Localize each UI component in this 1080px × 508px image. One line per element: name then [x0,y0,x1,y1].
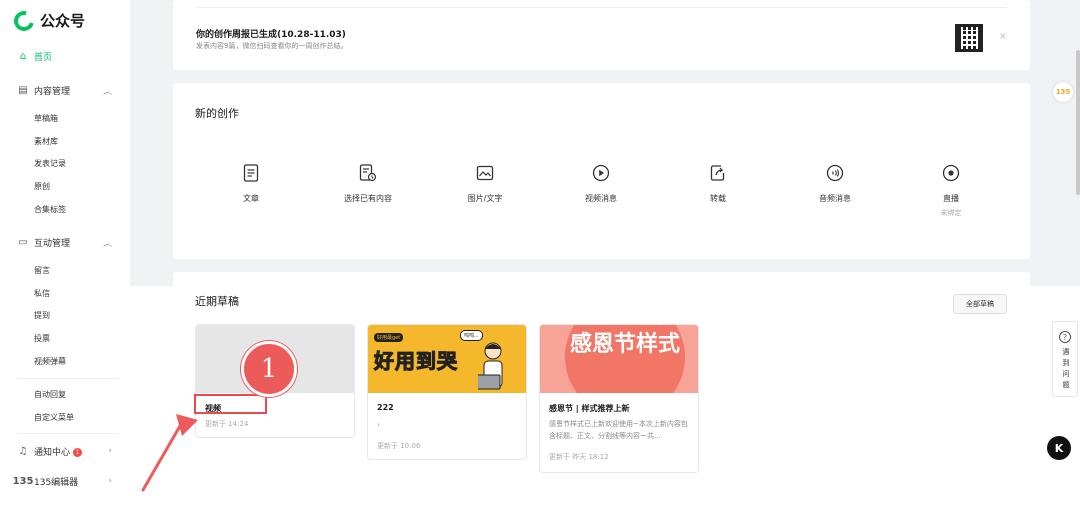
sidebar-item-home[interactable]: ⌂ 首页 [0,45,130,67]
create-live-button[interactable]: 直播 未绑定 [911,163,991,218]
person-illustration-icon [478,342,503,390]
create-item-sublabel: 未绑定 [940,209,962,217]
sidebar-item-materials[interactable]: 素材库 [34,135,58,149]
k-float-icon[interactable]: K [1047,436,1071,460]
create-item-label: 选择已有内容 [344,194,392,203]
chat-bubble-icon: ▭ [18,236,28,248]
weekly-report-title: 你的创作周报已生成(10.28-11.03) [196,30,346,40]
135-editor-icon: 135 [12,475,34,487]
sidebar-item-comments[interactable]: 留言 [34,264,50,278]
section-title: 近期草稿 [195,295,239,308]
logo[interactable]: 公众号 [10,6,86,35]
weekly-report-subtitle: 发表内容9篇，微信扫码查看你的一周创作总结。 [196,42,348,50]
draft-thumbnail: 好用最get 呜呜... 好用到哭 [368,325,526,393]
create-item-label: 音频消息 [819,194,851,203]
create-video-button[interactable]: 视频消息 [561,163,641,204]
qr-code-icon [955,24,983,52]
thumbnail-tag: 好用最get [374,333,404,342]
section-title: 新的创作 [195,107,239,120]
draft-description: 感恩节样式已上新欢迎使用~本次上新内容包含标题、正文、分割线等内容一共... [549,420,688,440]
close-icon[interactable]: × [999,32,1007,42]
create-item-label: 图片/文字 [467,194,503,203]
weekly-report-card: 你的创作周报已生成(10.28-11.03) 发表内容9篇，微信扫码查看你的一周… [173,0,1030,70]
create-item-label: 转载 [710,194,726,203]
wechat-mp-logo-icon [10,6,38,35]
thumbnail-title: 感恩节样式 [570,332,681,357]
sidebar: 公众号 ⌂ 首页 ▤ 内容管理 ︿ 草稿箱 素材库 发表记录 原创 合集标签 ▭… [0,0,130,508]
sidebar-item-collection-tags[interactable]: 合集标签 [34,203,66,217]
help-button[interactable]: ? 遇到问题 [1052,321,1078,397]
select-content-icon [358,163,378,183]
sidebar-item-content-mgmt[interactable]: ▤ 内容管理 ︿ [0,79,130,101]
sidebar-item-label: 首页 [34,52,53,63]
recent-drafts-content: 近期草稿 全部草稿 视频 更新于 14:24 好用最get 呜呜... 好用到哭… [173,272,1030,508]
draft-thumbnail: 感恩节样式 [540,325,698,393]
notify-badge: 1 [73,447,83,457]
step-number-badge: 1 [241,341,297,397]
sidebar-item-votes[interactable]: 投票 [34,332,50,346]
draft-time: 更新于 昨天 18:12 [549,453,609,461]
bell-icon: ♫ [18,445,28,457]
help-label: 遇到问题 [1062,348,1070,389]
sidebar-item-label: 135编辑器 [34,477,79,488]
sidebar-item-original[interactable]: 原创 [34,180,50,194]
draft-card-thanksgiving[interactable]: 感恩节样式 感恩节 | 样式推荐上新 感恩节样式已上新欢迎使用~本次上新内容包含… [539,324,699,473]
chevron-up-icon: ︿ [102,238,112,249]
annotation-arrow-icon [141,414,198,492]
sidebar-item-mentions[interactable]: 提到 [34,309,50,323]
create-select-existing-button[interactable]: 选择已有内容 [328,163,408,204]
sidebar-item-label: 通知中心 1 [34,445,83,458]
sidebar-item-danmaku[interactable]: 视频弹幕 [34,355,66,369]
article-icon [241,163,261,183]
scrollbar[interactable] [1076,50,1080,195]
create-item-label: 视频消息 [585,194,617,203]
document-icon: ▤ [18,84,28,96]
create-article-button[interactable]: 文章 [211,163,291,204]
chevron-right-icon: › [108,476,112,486]
sidebar-item-publish-records[interactable]: 发表记录 [34,157,66,171]
chevron-up-icon: ︿ [102,86,112,97]
question-icon: ? [1059,331,1071,343]
live-icon [941,163,961,183]
draft-title: 222 [377,403,394,412]
sidebar-item-auto-reply[interactable]: 自动回复 [34,388,66,402]
sidebar-item-notify[interactable]: ♫ 通知中心 1 › [0,440,130,462]
chevron-right-icon: › [108,446,112,456]
sidebar-item-messages[interactable]: 私信 [34,287,50,301]
sidebar-item-interact-mgmt[interactable]: ▭ 互动管理 ︿ [0,231,130,253]
sidebar-item-drafts[interactable]: 草稿箱 [34,112,58,126]
image-text-icon [475,163,495,183]
draft-card-222[interactable]: 好用最get 呜呜... 好用到哭 222 ， 更新于 10:06 [367,324,527,460]
create-item-label: 文章 [243,194,259,203]
divider [18,433,118,434]
sidebar-item-label: 内容管理 [34,86,71,97]
create-repost-button[interactable]: 转载 [678,163,758,204]
video-play-icon [591,163,611,183]
sidebar-item-label: 互动管理 [34,238,71,249]
all-drafts-button[interactable]: 全部草稿 [953,294,1007,314]
divider [195,7,1007,8]
divider [18,378,118,379]
notify-label: 通知中心 [34,447,71,458]
audio-icon [825,163,845,183]
135-float-icon[interactable]: 135 [1053,82,1073,102]
thumbnail-title: 好用到哭 [374,349,458,374]
create-image-text-button[interactable]: 图片/文字 [445,163,525,204]
draft-time: 更新于 14:24 [205,420,249,428]
sidebar-item-135-editor[interactable]: 135 135编辑器 › [0,470,130,492]
repost-icon [708,163,728,183]
create-audio-button[interactable]: 音频消息 [795,163,875,204]
logo-text: 公众号 [40,12,86,30]
draft-title: 感恩节 | 样式推荐上新 [549,404,630,413]
draft-description: ， [377,419,384,427]
new-creation-card: 新的创作 文章 选择已有内容 图片/文字 视频消息 转载 音频消息 直播 未绑定 [173,83,1030,259]
sidebar-item-custom-menu[interactable]: 自定义菜单 [34,411,74,425]
draft-time: 更新于 10:06 [377,442,421,450]
create-item-label: 直播 [943,194,959,203]
home-icon: ⌂ [19,50,27,62]
